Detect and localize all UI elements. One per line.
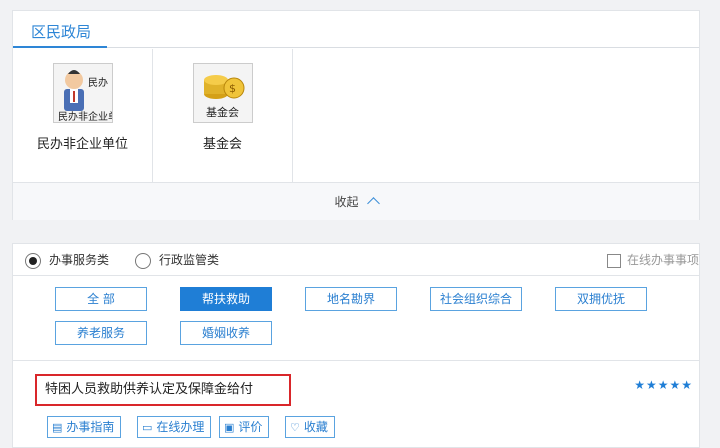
- radio-unselected-icon: [135, 252, 151, 269]
- svg-text:民办非企业单位: 民办非企业单位: [58, 110, 113, 123]
- checkbox-label: 在线办事事项: [626, 253, 699, 267]
- radio-admin-type[interactable]: 行政监管类: [135, 251, 219, 269]
- category-social-org[interactable]: 社会组织综合: [430, 287, 522, 311]
- checkbox-icon: [606, 253, 621, 268]
- collapse-label: 收起: [334, 195, 359, 209]
- radio-label: 行政监管类: [159, 253, 220, 267]
- radio-service-type[interactable]: 办事服务类: [25, 251, 109, 269]
- favorite-button[interactable]: ♡ 收藏: [285, 416, 335, 438]
- comment-icon: ▣: [224, 421, 235, 434]
- rate-label: 评价: [238, 420, 263, 434]
- rate-button[interactable]: ▣ 评价: [219, 416, 270, 438]
- category-elderly-care[interactable]: 养老服务: [55, 321, 147, 345]
- heart-icon: ♡: [290, 421, 300, 434]
- tab-active-indicator: [13, 46, 107, 48]
- svg-text:基金会: 基金会: [206, 105, 239, 119]
- services-panel: 办事服务类 行政监管类 在线办事事项 全 部 帮扶救助 地名勘界 社会组织综合 …: [12, 243, 700, 448]
- tab-bar: 区民政局: [13, 11, 699, 48]
- online-handle-label: 在线办理: [156, 420, 205, 434]
- service-item-title[interactable]: 特困人员救助供养认定及保障金给付: [35, 374, 291, 406]
- guide-label: 办事指南: [66, 420, 115, 434]
- radio-selected-icon: [25, 252, 41, 269]
- chevron-up-icon: [366, 197, 380, 210]
- tile-row: 民办 民办非企业单位 民办非企业单位 $ 基金会 基金会: [13, 49, 699, 182]
- tile-foundation[interactable]: $ 基金会 基金会: [153, 49, 293, 182]
- department-panel: 区民政局 民办 民办非企业单位 民办非企业单位: [12, 10, 700, 220]
- tile-label: 基金会: [202, 137, 242, 152]
- category-marriage-adoption[interactable]: 婚姻收养: [180, 321, 272, 345]
- gold-coins-icon: $ 基金会: [193, 63, 253, 123]
- monitor-icon: ▭: [142, 421, 153, 434]
- category-assistance[interactable]: 帮扶救助: [180, 287, 272, 311]
- category-place-names[interactable]: 地名勘界: [305, 287, 397, 311]
- tile-label: 民办非企业单位: [36, 137, 128, 152]
- radio-label: 办事服务类: [49, 253, 110, 267]
- guide-button[interactable]: ▤ 办事指南: [47, 416, 122, 438]
- tile-private-non-enterprise[interactable]: 民办 民办非企业单位 民办非企业单位: [13, 49, 153, 182]
- divider: [13, 360, 699, 361]
- online-only-checkbox[interactable]: 在线办事事项: [606, 252, 699, 268]
- rating-stars: ★★★★★: [634, 378, 693, 392]
- tab-district-civil-affairs[interactable]: 区民政局: [31, 21, 91, 42]
- svg-text:$: $: [229, 82, 236, 95]
- category-military-support[interactable]: 双拥优抚: [555, 287, 647, 311]
- favorite-label: 收藏: [303, 420, 328, 434]
- collapse-button[interactable]: 收起: [13, 182, 699, 220]
- document-icon: ▤: [52, 421, 63, 434]
- online-handle-button[interactable]: ▭ 在线办理: [137, 416, 212, 438]
- person-with-org-icon: 民办 民办非企业单位: [53, 63, 113, 123]
- svg-text:民办: 民办: [88, 76, 108, 89]
- filter-bar: 办事服务类 行政监管类 在线办事事项: [13, 244, 699, 276]
- category-all[interactable]: 全 部: [55, 287, 147, 311]
